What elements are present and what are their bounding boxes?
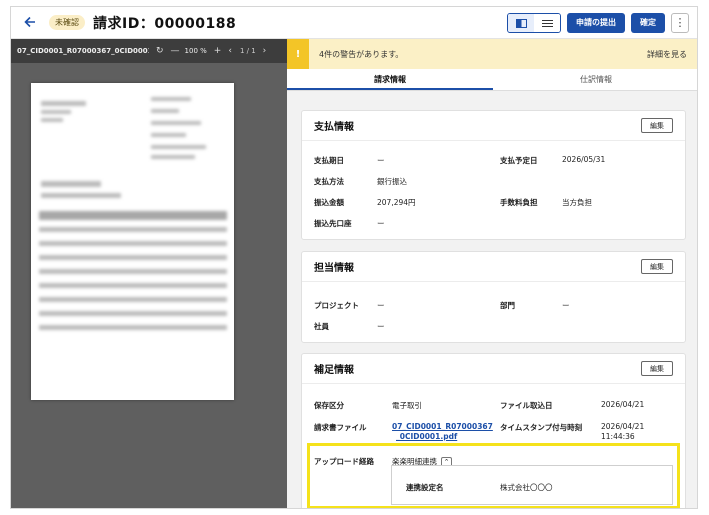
warning-banner: ! 4件の警告があります。 詳細を見る [287,39,697,69]
invoice-file-link-line2: _0CID0001.pdf [396,432,458,441]
blurred-content [151,97,191,101]
status-badge: 未確認 [49,15,85,30]
blurred-content [151,133,186,137]
submit-application-button[interactable]: 申請の提出 [567,12,625,33]
card-title: 補足情報 [314,365,354,376]
timestamp-label: タイムスタンプ付与時刻 [500,423,583,432]
timestamp-date: 2026/04/21 [601,422,645,431]
blurred-content [41,118,63,122]
card-header: 支払情報 編集 [302,111,685,141]
warning-details-link[interactable]: 詳細を見る [647,49,687,60]
warning-text: 4件の警告があります。 [319,49,404,59]
transfer-amount-label: 振込金額 [314,198,344,207]
pdf-page-preview [31,83,234,400]
payment-method-value: 銀行振込 [377,177,407,186]
storage-type-value: 電子取引 [392,401,422,410]
blurred-content [151,145,206,149]
blurred-content [39,241,227,246]
blurred-content [39,283,227,288]
storage-type-label: 保存区分 [314,401,344,410]
card-header: 担当情報 編集 [302,252,685,282]
page-indicator: 1 / 1 [239,47,256,55]
blurred-content [39,325,227,330]
fee-bearer-value: 当方負担 [562,198,592,207]
edit-supplement-button[interactable]: 編集 [641,361,673,376]
timestamp-value: 2026/04/21 11:44:36 [601,422,644,442]
blurred-content [39,211,227,220]
invoice-file-link[interactable]: 07_CID0001_R07000367 _0CID0001.pdf [392,422,493,442]
next-page-icon[interactable]: › [263,46,267,56]
transfer-amount-value: 207,294円 [377,198,416,207]
project-label: プロジェクト [314,301,359,310]
card-title: 支払情報 [314,122,354,133]
department-label: 部門 [500,301,515,310]
timestamp-time: 11:44:36 [601,432,635,441]
blurred-content [39,297,227,302]
employee-label: 社員 [314,322,329,331]
zoom-in-icon[interactable]: + [214,46,222,56]
zoom-level: 100 % [184,47,207,55]
blurred-content [41,110,71,114]
split-view-icon [515,14,527,32]
highlight-frame [307,443,680,508]
tab-bar: 請求情報 仕訳情報 [287,69,697,91]
zoom-out-icon[interactable]: — [171,46,180,56]
invoice-file-label: 請求書ファイル [314,423,367,432]
warning-icon: ! [287,39,309,69]
employee-value: ー [377,322,385,331]
payment-method-label: 支払方法 [314,177,344,186]
back-arrow-icon[interactable] [23,15,39,31]
blurred-content [151,155,195,159]
pdf-viewer: 07_CID0001_R07000367_0CID0001.··· ↻ — 10… [11,39,287,508]
rotate-icon[interactable]: ↻ [156,46,164,56]
split-view-button[interactable] [508,13,534,32]
invoice-file-link-line1: 07_CID0001_R07000367 [392,422,493,431]
pdf-toolbar: 07_CID0001_R07000367_0CID0001.··· ↻ — 10… [11,39,287,63]
tab-journal-info[interactable]: 仕訳情報 [493,69,697,90]
pdf-filename: 07_CID0001_R07000367_0CID0001.··· [17,47,149,55]
scheduled-date-value: 2026/05/31 [562,155,606,164]
confirm-button[interactable]: 確定 [631,12,665,33]
blurred-content [41,101,86,106]
due-date-value: ー [377,156,385,165]
card-header: 補足情報 編集 [302,354,685,384]
blurred-content [39,227,227,232]
blurred-content [39,269,227,274]
prev-page-icon[interactable]: ‹ [228,46,232,56]
app-frame: 未確認 請求ID：00000188 申請の提出 確定 ⋮ 07_CID0001_… [10,6,698,509]
blurred-content [39,311,227,316]
edit-assignee-button[interactable]: 編集 [641,259,673,274]
project-value: ー [377,301,385,310]
import-date-value: 2026/04/21 [601,400,645,409]
blurred-content [151,121,201,125]
blurred-content [41,181,101,187]
blurred-content [41,193,121,198]
assignee-info-card: 担当情報 編集 プロジェクト ー 部門 ー 社員 ー [301,251,686,343]
bank-account-value: ー [377,219,385,228]
blurred-content [151,109,179,113]
tab-invoice-info[interactable]: 請求情報 [287,69,493,90]
due-date-label: 支払期日 [314,156,344,165]
department-value: ー [562,301,570,310]
header: 未確認 請求ID：00000188 申請の提出 確定 ⋮ [11,7,697,39]
list-view-icon [541,14,553,32]
header-actions: 申請の提出 確定 ⋮ [507,12,689,33]
page-title: 請求ID：00000188 [93,15,237,32]
view-toggle [507,12,561,33]
card-title: 担当情報 [314,263,354,274]
payment-info-card: 支払情報 編集 支払期日 ー 支払予定日 2026/05/31 支払方法 銀行振… [301,110,686,240]
edit-payment-button[interactable]: 編集 [641,118,673,133]
import-date-label: ファイル取込日 [500,401,553,410]
more-vertical-icon: ⋮ [674,16,686,29]
blurred-content [39,255,227,260]
scheduled-date-label: 支払予定日 [500,156,538,165]
list-view-button[interactable] [534,13,560,32]
bank-account-label: 振込先口座 [314,219,352,228]
fee-bearer-label: 手数料負担 [500,198,538,207]
more-menu-button[interactable]: ⋮ [671,12,689,33]
